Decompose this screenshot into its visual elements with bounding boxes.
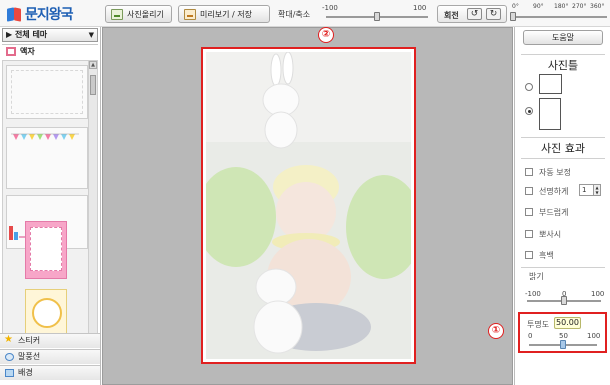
app-logo: 문지왕국 xyxy=(7,3,74,25)
zoom-label: 확대/축소 xyxy=(278,10,311,19)
zoom-slider-thumb[interactable] xyxy=(374,12,380,21)
logo-text: 문지왕국 xyxy=(25,7,74,23)
category-frame[interactable]: 액자 xyxy=(2,44,98,58)
divider xyxy=(521,267,605,268)
grayscale-label: 흑백 xyxy=(539,251,554,260)
glow-label: 뽀사시 xyxy=(539,230,562,239)
baby-photo-image[interactable] xyxy=(206,52,411,359)
rotate-angle-slider-track[interactable] xyxy=(513,16,607,18)
baby-photo-illustration xyxy=(206,52,411,359)
rotate-angle-slider-thumb[interactable] xyxy=(510,12,516,21)
category-speech-bubble[interactable]: 말풍선 xyxy=(0,349,100,364)
soften-label: 부드럽게 xyxy=(539,208,569,217)
opacity-mid-label: 50 xyxy=(559,332,568,340)
theme-select-value: ▶ 전체 테마 xyxy=(6,30,48,39)
upload-photo-label: 사진올리기 xyxy=(127,9,164,19)
sharpen-stepper-value: 1 xyxy=(582,186,587,194)
category-frame-label: 액자 xyxy=(20,47,35,56)
rotate-cw-button[interactable]: ↻ xyxy=(486,8,501,20)
photo-frame-title: 사진틀 xyxy=(547,59,579,72)
category-background-label: 배경 xyxy=(18,368,33,377)
frame-thumbnail-list: ▲ ▼ xyxy=(2,60,98,345)
upload-photo-button[interactable]: 사진올리기 xyxy=(105,5,172,23)
angle-tick: 90° xyxy=(533,3,544,10)
scrollbar-thumb[interactable] xyxy=(90,75,96,95)
divider xyxy=(521,54,605,55)
auto-correct-label: 자동 보정 xyxy=(539,168,571,177)
rotate-ccw-button[interactable]: ↺ xyxy=(467,8,482,20)
sharpen-label: 선명하게 xyxy=(539,187,569,196)
star-icon: ★ xyxy=(4,334,13,345)
opacity-min-label: 0 xyxy=(528,332,533,340)
rotate-cw-icon: ↻ xyxy=(489,9,498,19)
category-sticker[interactable]: ★ 스티커 xyxy=(0,333,100,348)
rotate-ccw-icon: ↺ xyxy=(470,9,479,19)
speech-bubble-icon xyxy=(5,353,14,361)
opacity-value-tooltip: 50.00 xyxy=(554,317,581,329)
stepper-arrows-icon[interactable]: ▲ ▼ xyxy=(593,185,600,195)
sharpen-stepper[interactable]: 1 ▲ ▼ xyxy=(579,184,601,196)
background-image-icon xyxy=(5,369,14,377)
divider xyxy=(521,137,605,138)
frame-thumbnail[interactable] xyxy=(6,127,88,189)
rotate-label: 회전 xyxy=(444,11,459,20)
angle-tick: 270° xyxy=(572,3,587,10)
book-logo-icon xyxy=(7,6,22,23)
frame-shape-square-radio[interactable] xyxy=(525,83,533,91)
angle-tick: 180° xyxy=(554,3,569,10)
chevron-down-icon: ▼ xyxy=(88,31,94,39)
brightness-label: 밝기 xyxy=(529,272,544,281)
soften-checkbox[interactable] xyxy=(525,208,533,216)
category-background[interactable]: 배경 xyxy=(0,365,100,380)
left-panel: ▶ 전체 테마 ▼ 액자 ▲ ★ 스티커 말풍선 배경 xyxy=(0,27,101,385)
opacity-control-highlight: 투명도 50.00 0 50 100 xyxy=(518,312,607,353)
brightness-min-label: -100 xyxy=(525,290,541,298)
portrait-shape-icon xyxy=(539,98,561,130)
image-add-icon xyxy=(111,8,123,20)
square-shape-icon xyxy=(539,74,562,94)
divider xyxy=(521,158,605,159)
thumbnail-scrollbar[interactable]: ▲ ▼ xyxy=(88,61,97,344)
annotation-marker-1: ① xyxy=(488,323,504,339)
annotation-marker-2: ② xyxy=(318,27,334,43)
rotate-control: 회전 ↺ ↻ xyxy=(437,5,507,23)
scroll-up-arrow-icon[interactable]: ▲ xyxy=(89,61,97,69)
frame-thumbnail[interactable] xyxy=(25,221,67,279)
sharpen-checkbox[interactable] xyxy=(525,187,533,195)
category-sticker-label: 스티커 xyxy=(18,336,41,345)
opacity-label: 투명도 xyxy=(527,320,550,329)
opacity-slider-thumb[interactable] xyxy=(560,340,566,349)
brightness-max-label: 100 xyxy=(591,290,605,298)
category-speech-bubble-label: 말풍선 xyxy=(18,352,41,361)
theme-select[interactable]: ▶ 전체 테마 ▼ xyxy=(2,28,98,42)
glow-checkbox[interactable] xyxy=(525,230,533,238)
editing-canvas[interactable] xyxy=(102,27,513,385)
zoom-max-label: 100 xyxy=(413,4,427,12)
frame-shape-portrait-radio[interactable] xyxy=(525,107,533,115)
angle-tick: 360° xyxy=(590,3,605,10)
photo-effect-title: 사진 효과 xyxy=(541,142,585,155)
angle-tick: 0° xyxy=(512,3,519,10)
opacity-max-label: 100 xyxy=(587,332,601,340)
brightness-slider-thumb[interactable] xyxy=(561,296,567,305)
zoom-min-label: -100 xyxy=(322,4,338,12)
selected-photo-frame[interactable] xyxy=(201,47,416,364)
frame-thumbnail[interactable] xyxy=(6,65,88,119)
preview-save-button[interactable]: 미리보기 / 저장 xyxy=(178,5,270,23)
top-toolbar: 문지왕국 사진올리기 미리보기 / 저장 확대/축소 -100 100 회전 ↺… xyxy=(0,0,610,27)
preview-save-label: 미리보기 / 저장 xyxy=(200,9,252,19)
frame-icon xyxy=(6,47,16,56)
auto-correct-checkbox[interactable] xyxy=(525,168,533,176)
document-icon xyxy=(184,8,196,20)
right-panel: 도움말 사진틀 사진 효과 자동 보정 선명하게 1 ▲ ▼ 부드럽게 뽀사시 흑… xyxy=(514,27,610,385)
grayscale-checkbox[interactable] xyxy=(525,251,533,259)
help-button[interactable]: 도움말 xyxy=(523,30,603,45)
